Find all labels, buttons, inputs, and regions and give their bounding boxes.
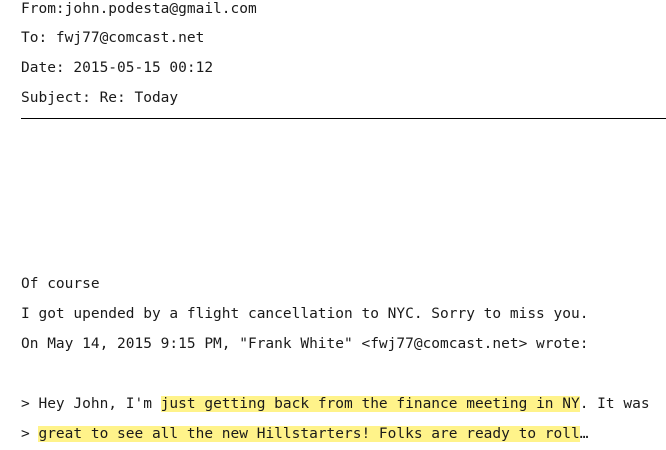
quote-prefix: > [21,426,39,442]
header-divider [21,118,666,119]
date-line: Date: 2015-05-15 00:12 [21,60,214,76]
highlighted-text: just getting back from the finance meeti… [160,396,580,412]
from-line: From:john.podesta@gmail.com [21,1,257,17]
quote-text: … [579,426,589,442]
quote-text: . It was [579,396,650,412]
quoted-line-1: > Hey John, I'm just getting back from t… [21,395,650,413]
body-line-2: I got upended by a flight cancellation t… [21,306,589,322]
quote-prefix: > Hey John, I'm [21,396,161,412]
quote-attribution: On May 14, 2015 9:15 PM, "Frank White" <… [21,336,589,352]
body-line-1: Of course [21,276,100,292]
to-line: To: fwj77@comcast.net [21,30,205,46]
highlighted-text: great to see all the new Hillstarters! F… [38,426,580,442]
quoted-line-2: > great to see all the new Hillstarters!… [21,425,588,443]
subject-line: Subject: Re: Today [21,90,179,106]
